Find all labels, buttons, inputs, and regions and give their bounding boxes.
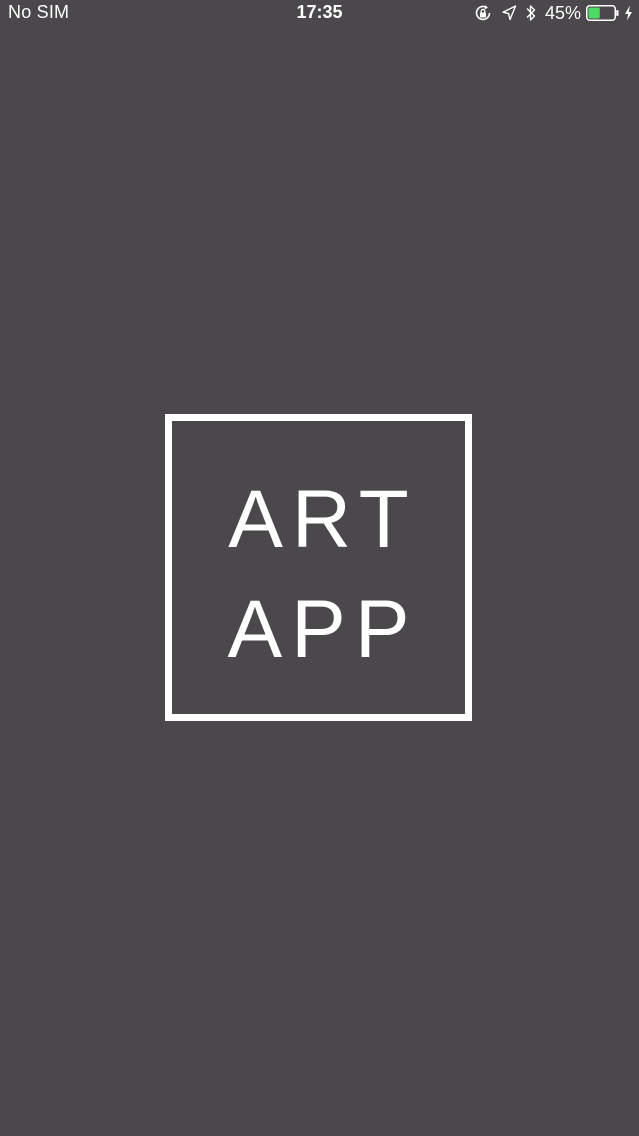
battery-percentage: 45% [544,2,581,23]
status-indicators: 45% [473,1,633,25]
bluetooth-icon [525,3,537,23]
battery-fill [588,7,600,19]
battery-icon [586,5,620,21]
orientation-lock-icon [473,3,493,23]
logo-text-line-1: ART [228,474,418,565]
status-bar: No SIM 17:35 45% [0,0,639,26]
location-arrow-icon [501,4,517,22]
app-logo: ART APP [165,414,472,721]
logo-text-line-2: APP [227,584,419,675]
charging-bolt-icon [624,5,633,21]
